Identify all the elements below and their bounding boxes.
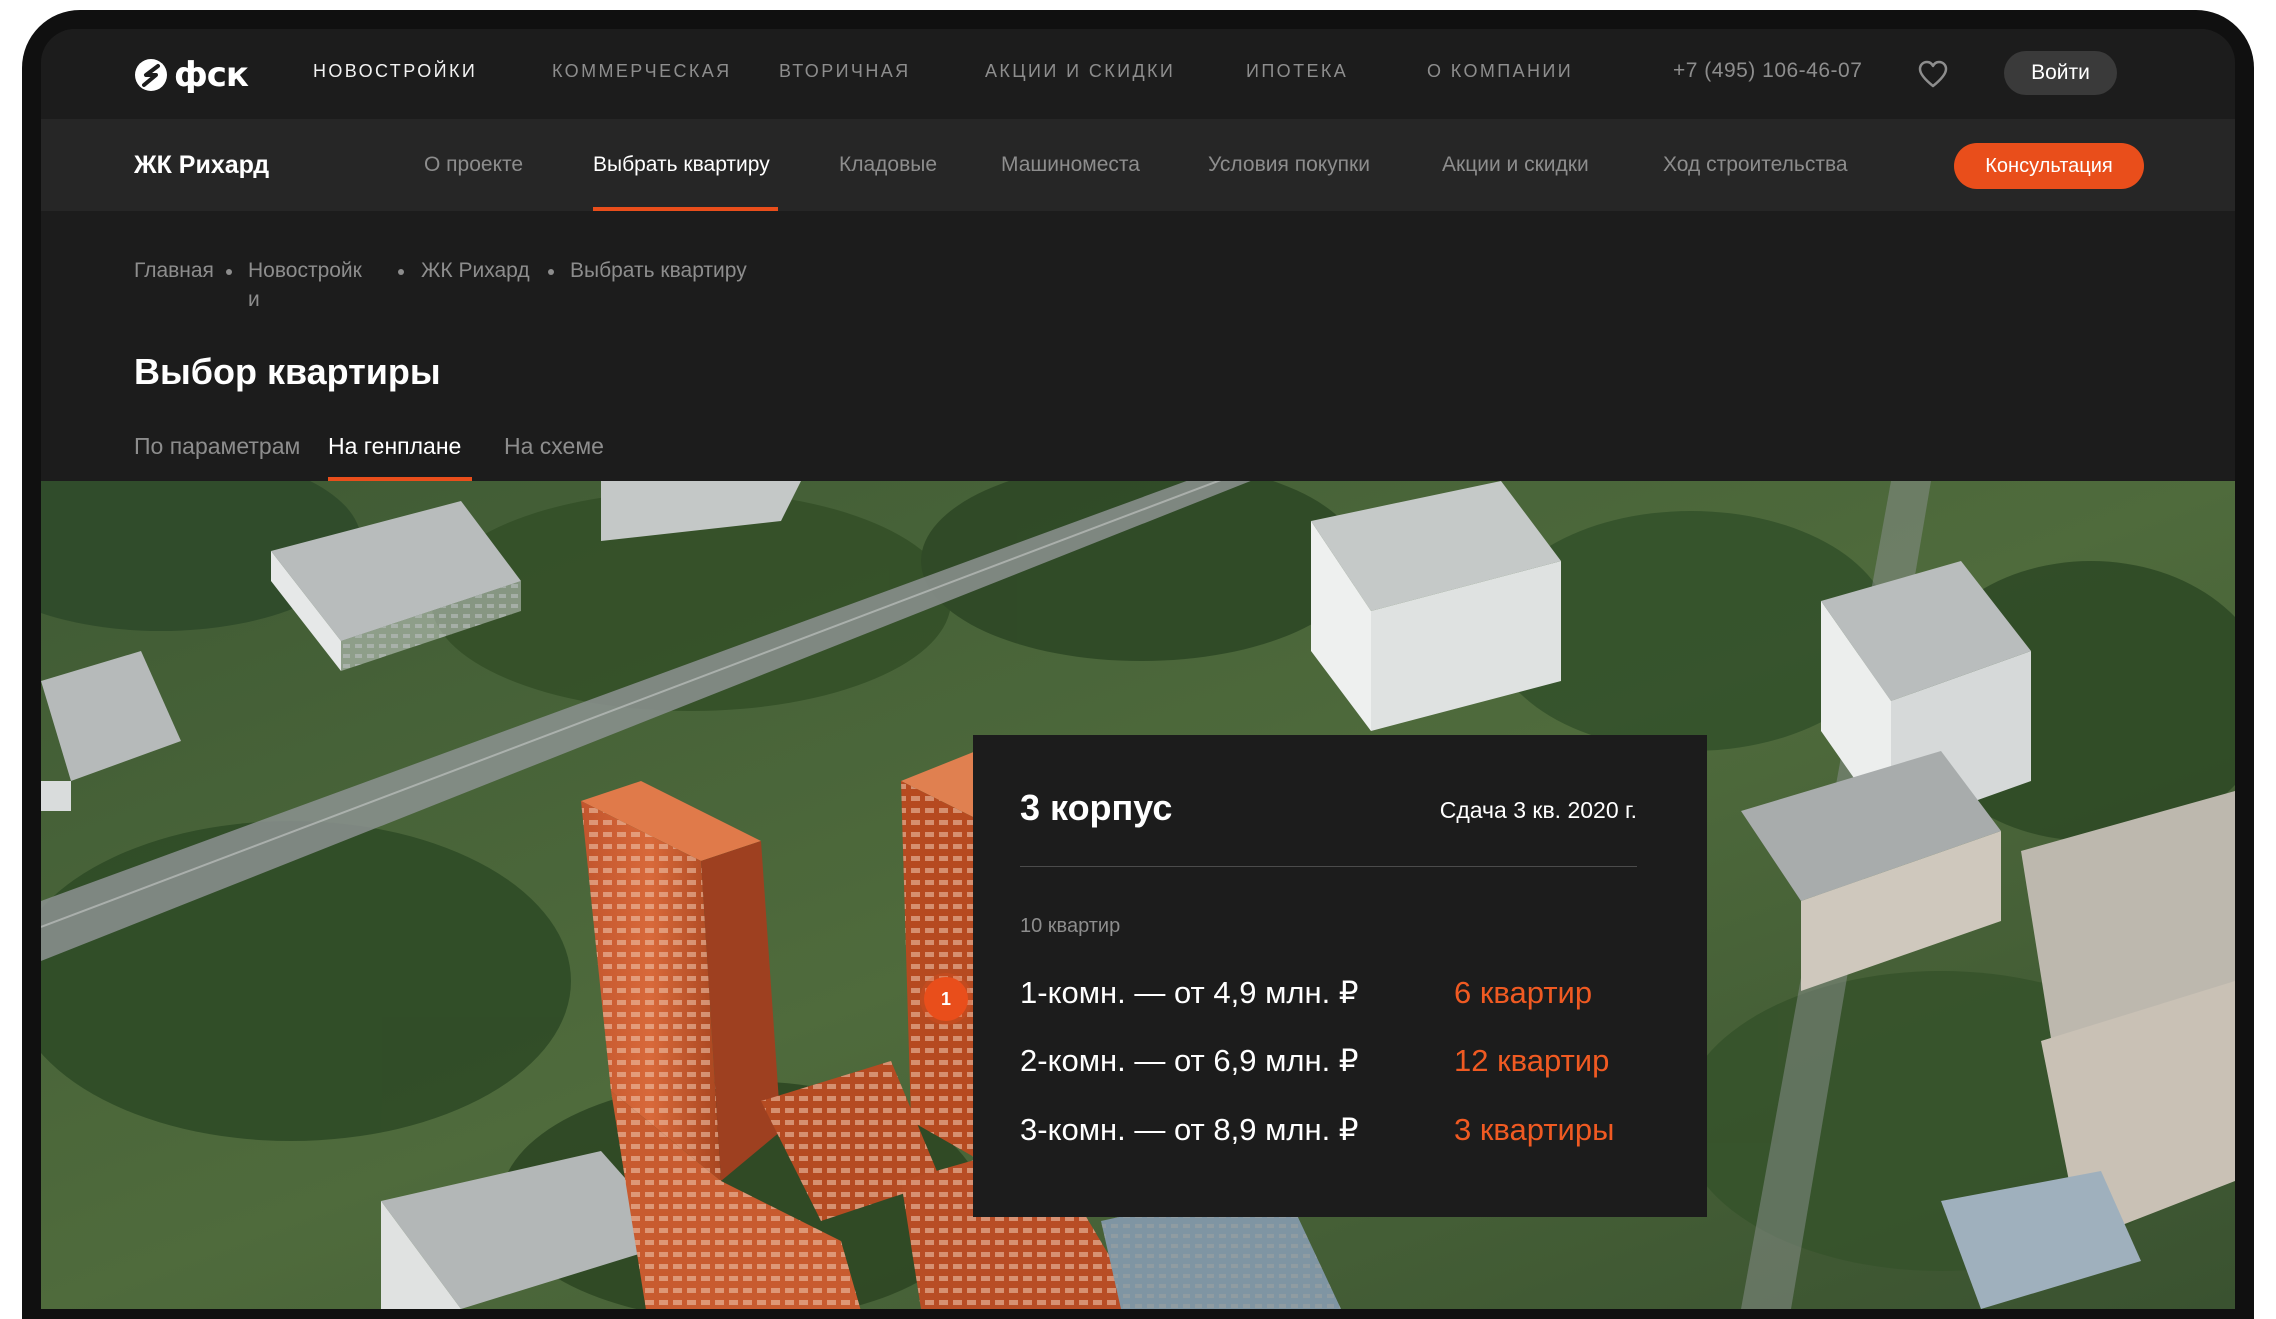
building-title: 3 корпус [1020,787,1173,828]
card-divider [1020,866,1637,867]
subnav-about-project[interactable]: О проекте [424,153,523,177]
tab-on-scheme[interactable]: На схеме [504,433,604,460]
favorites-heart-icon[interactable] [1917,59,1949,89]
apartment-type-count[interactable]: 12 квартир [1454,1043,1609,1079]
brand-logo[interactable]: фск [134,55,249,95]
consultation-button[interactable]: Консультация [1954,143,2144,189]
building-marker-pin[interactable]: 1 [924,977,968,1021]
phone-link[interactable]: +7 (495) 106-46-07 [1673,59,1862,83]
building-info-card[interactable]: 3 корпус Сдача 3 кв. 2020 г. 10 квартир … [973,735,1707,1217]
apartment-type-price: 3-комн. — от 8,9 млн. ₽ [1020,1112,1359,1147]
nav-promotions[interactable]: Акции и скидки [985,61,1175,82]
breadcrumb-current: Выбрать квартиру [570,259,747,282]
apartments-count: 10 квартир [1020,915,1121,937]
nav-about[interactable]: О компании [1427,61,1573,82]
apartment-type-row[interactable]: 1-комн. — от 4,9 млн. ₽ 6 квартир [1020,975,1660,1015]
apartment-type-price: 2-комн. — от 6,9 млн. ₽ [1020,1043,1359,1078]
nav-commercial[interactable]: Коммерческая [552,61,732,82]
apartment-type-count[interactable]: 6 квартир [1454,975,1592,1011]
breadcrumb-project[interactable]: ЖК Рихард [421,259,530,283]
login-button[interactable]: Войти [2004,51,2117,95]
subnav-parking[interactable]: Машиноместа [1001,153,1140,177]
logo-text: фск [174,55,249,95]
breadcrumb-new-buildings[interactable]: Новостройк [248,259,362,283]
apartment-type-row[interactable]: 2-комн. — от 6,9 млн. ₽ 12 квартир [1020,1043,1660,1083]
tab-by-parameters[interactable]: По параметрам [134,433,300,460]
nav-new-buildings[interactable]: Новостройки [313,61,477,82]
nav-mortgage[interactable]: Ипотека [1246,61,1348,82]
apartment-type-price: 1-комн. — от 4,9 млн. ₽ [1020,975,1359,1010]
subnav-construction[interactable]: Ход строительства [1663,153,1848,177]
apartment-type-count[interactable]: 3 квартиры [1454,1112,1614,1148]
subnav-active-indicator [593,207,778,211]
breadcrumb-new-buildings-wrap[interactable]: и [248,288,260,312]
breadcrumb-home[interactable]: Главная [134,259,214,283]
subnav-promotions[interactable]: Акции и скидки [1442,153,1589,177]
breadcrumb-separator [398,269,404,275]
project-subnav: ЖК Рихард О проекте Выбрать квартиру Кла… [41,119,2235,211]
master-plan-map[interactable]: 1 3 корпус Сдача 3 кв. 2020 г. 10 кварти… [41,481,2235,1309]
page-title: Выбор квартиры [134,351,441,392]
subnav-purchase-terms[interactable]: Условия покупки [1208,153,1370,177]
delivery-date: Сдача 3 кв. 2020 г. [1439,797,1637,823]
apartment-type-row[interactable]: 3-комн. — от 8,9 млн. ₽ 3 квартиры [1020,1112,1660,1152]
top-navigation: фск Новостройки Коммерческая Вторичная А… [41,29,2235,119]
subnav-storage[interactable]: Кладовые [839,153,937,177]
breadcrumb-separator [548,269,554,275]
logo-icon [135,59,167,91]
subnav-choose-apartment[interactable]: Выбрать квартиру [593,153,770,177]
browser-screen: фск Новостройки Коммерческая Вторичная А… [41,29,2235,1309]
project-name[interactable]: ЖК Рихард [134,151,269,180]
breadcrumb-separator [226,269,232,275]
nav-secondary[interactable]: Вторичная [779,61,911,82]
tab-on-master-plan[interactable]: На генплане [328,433,461,460]
